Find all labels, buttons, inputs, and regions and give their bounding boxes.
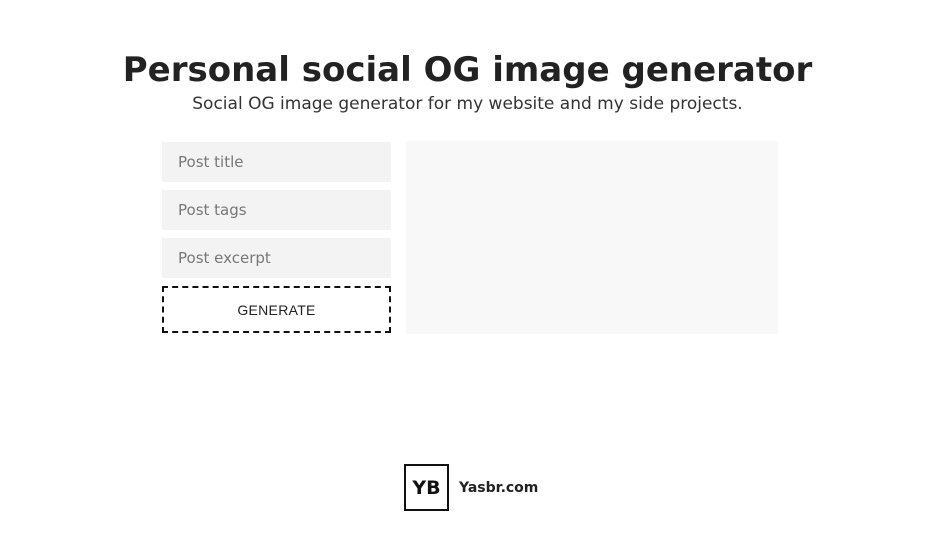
post-title-input[interactable]: [162, 142, 391, 182]
site-link[interactable]: Yasbr.com: [459, 480, 538, 496]
og-form: GENERATE: [162, 142, 391, 333]
og-image-preview: [406, 141, 778, 334]
generate-button[interactable]: GENERATE: [162, 286, 391, 333]
yb-logo[interactable]: YB: [404, 464, 449, 511]
post-excerpt-input[interactable]: [162, 238, 391, 278]
page-subtitle: Social OG image generator for my website…: [192, 94, 743, 114]
post-tags-input[interactable]: [162, 190, 391, 230]
footer: YB Yasbr.com: [404, 464, 538, 511]
page: Personal social OG image generator Socia…: [0, 0, 935, 558]
page-title: Personal social OG image generator: [122, 50, 813, 90]
